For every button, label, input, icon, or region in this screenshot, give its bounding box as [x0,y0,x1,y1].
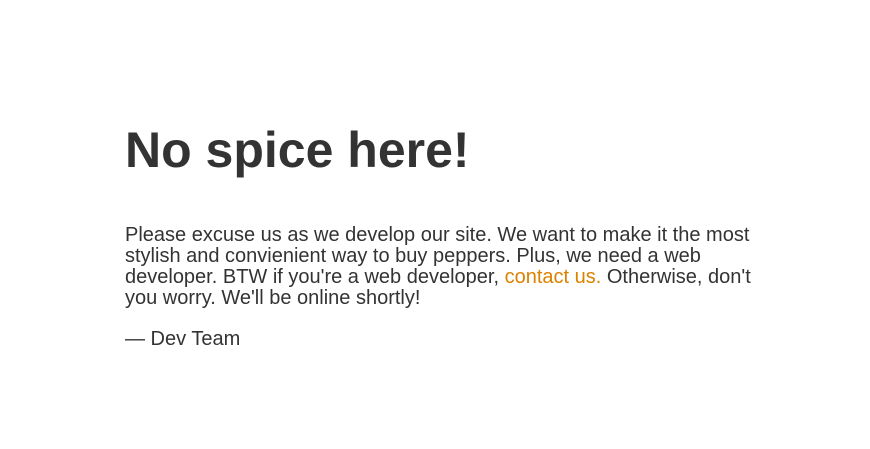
maintenance-article: No spice here! Please excuse us as we de… [125,120,765,350]
page-title: No spice here! [125,122,470,178]
signature: — Dev Team [125,328,241,350]
maintenance-page: No spice here! Please excuse us as we de… [0,0,870,449]
contact-us-link[interactable]: contact us. [505,266,602,288]
maintenance-message: Please excuse us as we develop our site.… [125,225,765,309]
